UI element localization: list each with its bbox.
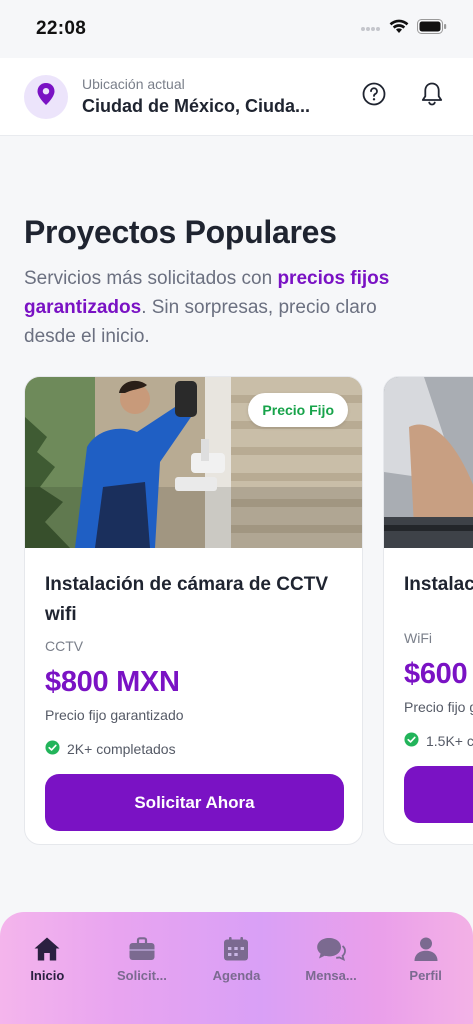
fixed-price-badge: Precio Fijo: [248, 393, 348, 427]
nav-item-perfil[interactable]: Perfil: [381, 934, 471, 1024]
signal-icon: [361, 20, 381, 38]
location-header: Ubicación actual Ciudad de México, Ciuda…: [0, 58, 473, 136]
card-category: CCTV: [45, 638, 84, 654]
briefcase-icon: [127, 934, 157, 964]
project-image: Precio Fijo: [25, 377, 362, 548]
help-icon: [362, 82, 386, 111]
card-completed: 1.5K+ c: [404, 732, 473, 750]
nav-label: Inicio: [30, 968, 65, 983]
card-completed: 2K+ completados: [45, 740, 342, 758]
card-title: Instalac: [404, 574, 473, 595]
nav-label: Agenda: [212, 968, 261, 983]
check-circle-icon: [404, 732, 419, 750]
app-screen: 22:08 Ubicación actual Ciudad de México,…: [0, 0, 473, 1024]
location-pin-icon: [37, 83, 55, 110]
card-price-note: Precio fijo g: [404, 699, 473, 715]
location-selector[interactable]: Ubicación actual Ciudad de México, Ciuda…: [82, 76, 349, 117]
section-description: Servicios más solicitados con precios fi…: [24, 264, 424, 351]
help-button[interactable]: [357, 80, 391, 114]
section-desc-pre: Servicios más solicitados con: [24, 268, 278, 289]
completed-count: 2K+ completados: [67, 741, 176, 757]
request-now-button[interactable]: Solicitar Ahora: [45, 774, 344, 831]
completed-count: 1.5K+ c: [426, 733, 473, 749]
location-pin-button[interactable]: [24, 74, 68, 119]
battery-icon: [417, 19, 447, 39]
nav-item-solicitudes[interactable]: Solicit...: [97, 934, 187, 1024]
wifi-icon: [389, 19, 409, 39]
card-body: Instalac WiFi $600 Precio fijo g 1.5K+ c: [384, 548, 473, 823]
nav-label: Solicit...: [116, 968, 167, 983]
project-image: [384, 377, 473, 548]
request-now-button[interactable]: [404, 766, 473, 823]
calendar-icon: [221, 934, 251, 964]
status-icons: [361, 19, 447, 39]
location-caption: Ubicación actual: [82, 76, 185, 92]
location-value: Ciudad de México, Ciuda...: [82, 96, 311, 116]
section-title: Proyectos Populares: [24, 214, 337, 250]
status-time: 22:08: [36, 18, 87, 39]
bottom-nav: Inicio Solicit... Agenda Mensa... Perfil: [0, 912, 473, 1024]
card-category: WiFi: [404, 630, 432, 646]
nav-item-inicio[interactable]: Inicio: [2, 934, 92, 1024]
check-circle-icon: [45, 740, 60, 758]
project-card[interactable]: Precio Fijo Instalación de cámara de CCT…: [24, 376, 363, 845]
person-icon: [411, 934, 441, 964]
chat-icon: [316, 934, 346, 964]
nav-label: Mensa...: [305, 968, 357, 983]
nav-label: Perfil: [409, 968, 442, 983]
card-price: $600: [404, 658, 468, 690]
card-title: Instalación de cámara de CCTV wifi: [45, 574, 328, 625]
card-price: $800 MXN: [45, 666, 180, 698]
status-bar: 22:08: [0, 0, 473, 58]
project-card[interactable]: Instalac WiFi $600 Precio fijo g 1.5K+ c: [383, 376, 473, 845]
notifications-button[interactable]: [415, 80, 449, 114]
nav-item-agenda[interactable]: Agenda: [191, 934, 281, 1024]
nav-item-mensajes[interactable]: Mensa...: [286, 934, 376, 1024]
bell-icon: [420, 81, 444, 112]
home-icon: [32, 934, 62, 964]
card-price-note: Precio fijo garantizado: [45, 707, 184, 723]
card-body: Instalación de cámara de CCTV wifi CCTV …: [25, 548, 362, 831]
header-actions: [357, 80, 449, 114]
